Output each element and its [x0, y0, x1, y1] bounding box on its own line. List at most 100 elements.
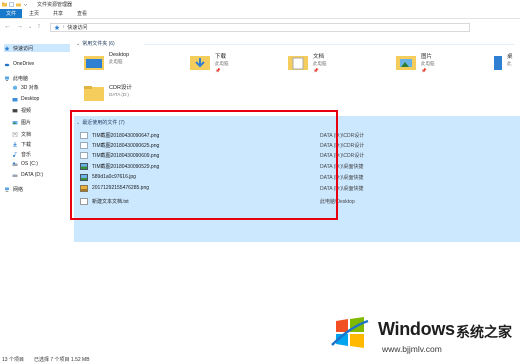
- navigation-pane: 快速访问 OneDrive 此电脑 3D 对象 Desktop 视频 图片 文档…: [0, 40, 72, 350]
- drive-icon: [12, 174, 18, 177]
- music-folder-icon: [13, 151, 18, 157]
- pin-icon: 📌: [313, 68, 319, 73]
- folder-name: CDR设计: [109, 85, 132, 91]
- pictures-folder-icon: [12, 120, 18, 124]
- selection-info: 已选择 7 个项目 1.52 MB: [33, 357, 90, 363]
- folder-location: 此: [507, 61, 512, 66]
- sidebar-item-onedrive[interactable]: OneDrive: [4, 60, 34, 68]
- tab-home[interactable]: 主页: [22, 9, 46, 18]
- sidebar-item-desktop[interactable]: Desktop: [12, 95, 39, 103]
- watermark-title: Windows: [378, 319, 455, 339]
- folder-tile-desktop[interactable]: Desktop 此电脑: [84, 51, 184, 79]
- star-icon: [54, 24, 60, 30]
- drive-icon: [12, 162, 18, 166]
- pin-icon: 📌: [421, 68, 427, 73]
- network-icon: [5, 187, 9, 192]
- folder-name: 图片: [421, 54, 433, 60]
- chevron-down-icon[interactable]: [23, 2, 28, 7]
- folder-location: 此电脑: [109, 59, 123, 64]
- pictures-folder-icon: [396, 56, 416, 70]
- chevron-down-icon: ⌄: [76, 40, 81, 47]
- desktop-folder-icon: [494, 56, 502, 70]
- sidebar-item-label: Desktop: [21, 96, 40, 102]
- folder-location: 此电脑: [215, 61, 229, 66]
- windows-logo-icon: [331, 317, 369, 348]
- folder-name: 桌: [507, 54, 513, 60]
- sidebar-item-os-c[interactable]: OS (C:): [12, 160, 38, 168]
- sidebar-item-label: OS (C:): [21, 161, 38, 167]
- video-folder-icon: [12, 108, 18, 112]
- highlight-box: [70, 110, 338, 220]
- title-bar: 文件资源管理器: [0, 0, 520, 8]
- tab-share[interactable]: 共享: [46, 9, 70, 18]
- watermark: Windows 系统之家 www.bjjmlv.com: [330, 315, 520, 364]
- explorer-icon: [2, 2, 7, 6]
- sidebar-item-label: 音乐: [21, 151, 32, 158]
- sidebar-item-quick-access[interactable]: 快速访问: [4, 44, 70, 52]
- ribbon-tabs: 文件 主页 共享 查看: [0, 9, 520, 19]
- folder-location: 此电脑: [313, 61, 327, 66]
- navigation-bar: ← → ⌄ ↑ › 快速访问: [0, 21, 520, 33]
- documents-folder-icon: [12, 131, 18, 137]
- breadcrumb-separator: ›: [62, 24, 65, 30]
- forward-arrow-icon[interactable]: →: [16, 23, 23, 31]
- sidebar-item-documents[interactable]: 文档: [12, 130, 31, 138]
- sidebar-item-label: 图片: [21, 119, 32, 126]
- breadcrumb-root[interactable]: 快速访问: [67, 24, 87, 31]
- sidebar-item-label: OneDrive: [13, 61, 35, 67]
- watermark-url: www.bjjmlv.com: [382, 344, 442, 354]
- desktop-folder-icon: [84, 56, 104, 70]
- star-icon: [4, 45, 10, 51]
- sidebar-item-label: 网络: [13, 186, 24, 193]
- sidebar-item-network[interactable]: 网络: [4, 185, 23, 193]
- sidebar-item-label: 文档: [21, 131, 32, 138]
- downloads-folder-icon: [13, 141, 17, 147]
- folder-location: 此电脑: [421, 61, 435, 66]
- folder-tile-desktop-partial[interactable]: 桌此: [494, 51, 520, 79]
- up-arrow-icon[interactable]: ↑: [37, 23, 41, 31]
- folder-location: DATA (D:): [109, 92, 129, 97]
- cloud-icon: [4, 63, 10, 66]
- sidebar-item-3d-objects[interactable]: 3D 对象: [12, 83, 39, 91]
- pin-icon: 📌: [215, 68, 221, 73]
- quick-access-toolbar: [2, 1, 28, 7]
- sidebar-item-music[interactable]: 音乐: [12, 150, 31, 158]
- sidebar-item-label: 3D 对象: [21, 84, 39, 91]
- folder-tile-cdr[interactable]: CDR设计 DATA (D:): [84, 82, 184, 110]
- sidebar-item-this-pc[interactable]: 此电脑: [4, 74, 28, 82]
- folder-icon: [84, 86, 104, 101]
- sidebar-item-data-d[interactable]: DATA (D:): [12, 171, 43, 179]
- sidebar-item-videos[interactable]: 视频: [12, 106, 31, 114]
- tab-file[interactable]: 文件: [0, 9, 23, 18]
- address-bar[interactable]: › 快速访问: [49, 22, 470, 32]
- sidebar-item-label: DATA (D:): [21, 172, 44, 178]
- sidebar-item-label: 此电脑: [13, 75, 29, 82]
- desktop-folder-icon: [12, 97, 18, 101]
- group-header-frequent[interactable]: ⌄ 常用文件夹 (6): [76, 40, 115, 48]
- sidebar-item-downloads[interactable]: 下载: [12, 140, 31, 148]
- sidebar-item-label: 下载: [21, 141, 32, 148]
- sidebar-item-pictures[interactable]: 图片: [12, 118, 31, 126]
- watermark-title-cn: 系统之家: [456, 325, 512, 341]
- sidebar-item-label: 快速访问: [13, 45, 34, 52]
- folder-name: 文档: [313, 54, 325, 60]
- new-folder-icon[interactable]: [16, 2, 21, 7]
- folder-tile-pictures[interactable]: 图片 此电脑 📌: [396, 51, 496, 79]
- computer-icon: [5, 76, 9, 81]
- downloads-folder-icon: [190, 56, 210, 70]
- properties-icon[interactable]: [9, 1, 14, 7]
- folder-name: Desktop: [109, 52, 130, 58]
- back-arrow-icon[interactable]: ←: [4, 23, 11, 31]
- folder-name: 下载: [215, 54, 227, 60]
- documents-folder-icon: [288, 56, 308, 70]
- folder-tile-downloads[interactable]: 下载 此电脑 📌: [190, 51, 290, 79]
- group-divider: [144, 44, 514, 45]
- window-title: 文件资源管理器: [37, 1, 73, 8]
- tab-view[interactable]: 查看: [70, 9, 94, 18]
- status-bar: 13 个项目 已选择 7 个项目 1.52 MB: [2, 356, 90, 363]
- recent-chevron-icon[interactable]: ⌄: [28, 23, 32, 31]
- item-count: 13 个项目: [2, 357, 24, 363]
- group-header-label: 常用文件夹 (6): [82, 41, 115, 47]
- folder-tile-documents[interactable]: 文档 此电脑 📌: [288, 51, 388, 79]
- cube-icon: [13, 85, 17, 90]
